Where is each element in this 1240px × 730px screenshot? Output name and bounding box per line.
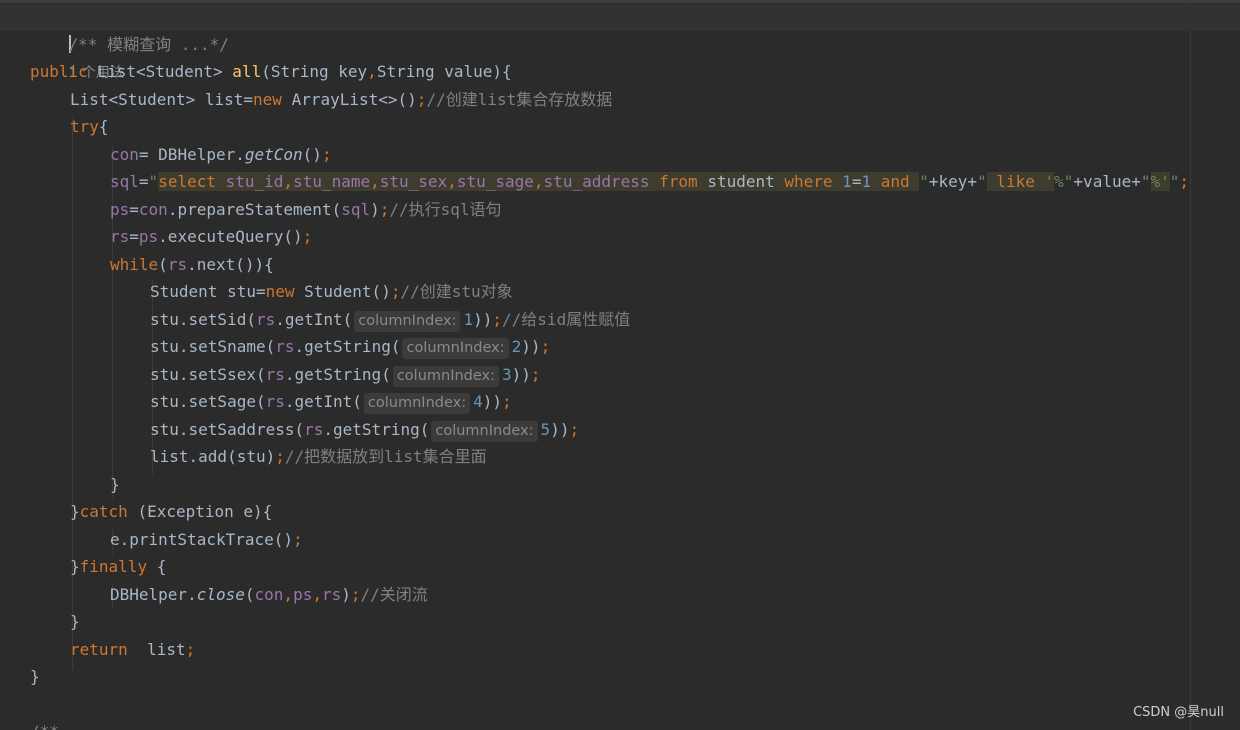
- editor-top-border: [0, 0, 1240, 3]
- code-line[interactable]: stu.setSaddress(rs.getString(columnIndex…: [0, 416, 579, 443]
- code-line[interactable]: stu.setSname(rs.getString(columnIndex: 2)…: [0, 333, 550, 360]
- code-comment: //给sid属性赋值: [502, 310, 631, 329]
- code-line[interactable]: /** 模糊查询 ...*/: [0, 4, 1240, 54]
- code-line[interactable]: con= DBHelper.getCon();: [0, 141, 332, 168]
- code-line[interactable]: }: [0, 663, 40, 690]
- code-line[interactable]: DBHelper.close(con,ps,rs);//关闭流: [0, 581, 428, 608]
- code-comment: //把数据放到list集合里面: [284, 447, 487, 466]
- right-margin-guide: [1190, 0, 1191, 730]
- code-line[interactable]: stu.setSid(rs.getInt(columnIndex: 1));//给…: [0, 306, 630, 333]
- code-comment: //执行sql语句: [389, 200, 502, 219]
- parameter-hint: columnIndex:: [431, 421, 538, 442]
- code-line[interactable]: list.add(stu);//把数据放到list集合里面: [0, 443, 487, 470]
- code-comment: //创建stu对象: [400, 282, 513, 301]
- code-line[interactable]: }: [0, 608, 80, 635]
- code-line[interactable]: sql="select stu_id,stu_name,stu_sex,stu_…: [0, 168, 1189, 195]
- code-comment: //关闭流: [360, 585, 428, 604]
- parameter-hint: columnIndex:: [363, 393, 471, 414]
- code-line[interactable]: return list;: [0, 636, 195, 663]
- code-line[interactable]: ps=con.prepareStatement(sql);//执行sql语句: [0, 196, 502, 223]
- parameter-hint: columnIndex:: [392, 366, 500, 387]
- code-line[interactable]: e.printStackTrace();: [0, 526, 303, 553]
- code-line[interactable]: 1 个用法: [0, 31, 124, 81]
- code-line[interactable]: stu.setSage(rs.getInt(columnIndex: 4));: [0, 388, 512, 415]
- parameter-hint: columnIndex:: [354, 311, 461, 332]
- code-comment: /**: [30, 722, 59, 730]
- code-editor[interactable]: /** 模糊查询 ...*/ 1 个用法 public List<Student…: [0, 0, 1240, 730]
- code-line[interactable]: try{: [0, 113, 109, 140]
- code-line[interactable]: /**: [0, 718, 59, 730]
- code-comment: //创建list集合存放数据: [426, 90, 613, 109]
- code-line[interactable]: public List<Student> all(String key,Stri…: [0, 58, 512, 85]
- code-line[interactable]: while(rs.next()){: [0, 251, 274, 278]
- csdn-watermark: CSDN @昊null: [1133, 705, 1224, 720]
- code-line[interactable]: }catch (Exception e){: [0, 498, 272, 525]
- code-line[interactable]: rs=ps.executeQuery();: [0, 223, 312, 250]
- code-line[interactable]: }: [0, 471, 120, 498]
- code-line[interactable]: Student stu=new Student();//创建stu对象: [0, 278, 513, 305]
- code-line[interactable]: }finally {: [0, 553, 166, 580]
- parameter-hint: columnIndex:: [402, 338, 509, 359]
- code-line[interactable]: List<Student> list=new ArrayList<>();//创…: [0, 86, 612, 113]
- code-line[interactable]: stu.setSsex(rs.getString(columnIndex: 3))…: [0, 361, 541, 388]
